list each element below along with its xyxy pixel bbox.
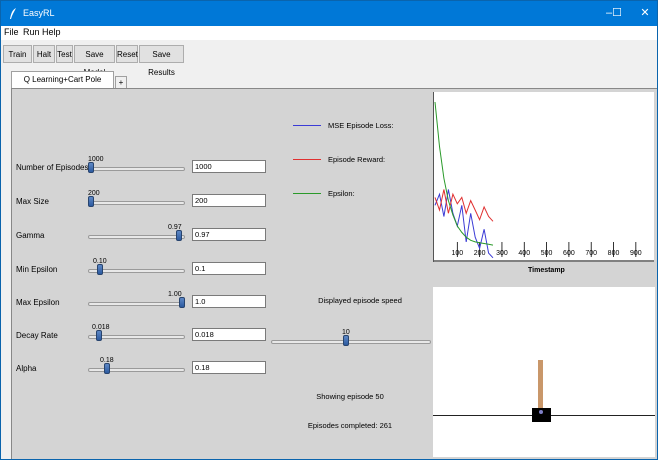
param-slider-track[interactable] bbox=[88, 201, 185, 205]
param-slider[interactable]: 0.97 bbox=[88, 224, 185, 241]
param-input[interactable]: 0.97 bbox=[192, 228, 266, 241]
menu-bar: File Run Help bbox=[1, 26, 657, 40]
param-slider[interactable]: 1000 bbox=[88, 156, 185, 173]
close-button[interactable]: ✕ bbox=[629, 1, 657, 26]
param-slider-thumb[interactable] bbox=[96, 330, 102, 341]
axle bbox=[539, 410, 543, 414]
param-slider-track[interactable] bbox=[88, 368, 185, 372]
param-input[interactable]: 1.0 bbox=[192, 295, 266, 308]
save-model-button[interactable]: Save Model bbox=[74, 45, 115, 77]
param-slider-thumb[interactable] bbox=[88, 162, 94, 173]
legend-label-epsilon: Epsilon: bbox=[328, 189, 355, 198]
window-title: EasyRL bbox=[23, 8, 55, 18]
reset-button[interactable]: Reset bbox=[116, 45, 138, 63]
param-slider[interactable]: 0.018 bbox=[88, 324, 185, 341]
param-slider[interactable]: 0.10 bbox=[88, 258, 185, 275]
episode-speed-slider[interactable]: 10 bbox=[271, 329, 431, 346]
episodes-completed-text: Episodes completed: 261 bbox=[307, 421, 393, 430]
legend-label-reward: Episode Reward: bbox=[328, 155, 386, 164]
series-line-0 bbox=[434, 189, 494, 259]
param-label: Min Epsilon bbox=[16, 265, 58, 274]
x-tick-label: 100 bbox=[451, 250, 463, 257]
x-tick-label: 300 bbox=[496, 250, 508, 257]
param-slider-thumb[interactable] bbox=[97, 264, 103, 275]
halt-button[interactable]: Halt bbox=[33, 45, 55, 63]
x-axis-label: Timestamp bbox=[528, 267, 565, 274]
train-button[interactable]: Train bbox=[3, 45, 32, 63]
pole bbox=[538, 360, 543, 412]
test-button[interactable]: Test bbox=[56, 45, 73, 63]
param-slider-thumb[interactable] bbox=[179, 297, 185, 308]
legend-swatch-loss bbox=[293, 125, 321, 126]
x-tick-label: 800 bbox=[608, 250, 620, 257]
save-results-button[interactable]: Save Results bbox=[139, 45, 184, 77]
param-label: Decay Rate bbox=[16, 331, 58, 340]
param-slider-track[interactable] bbox=[88, 235, 185, 239]
param-label: Alpha bbox=[16, 364, 37, 373]
param-slider-track[interactable] bbox=[88, 302, 185, 306]
x-tick-label: 600 bbox=[563, 250, 575, 257]
param-input[interactable]: 200 bbox=[192, 194, 266, 207]
param-input[interactable]: 1000 bbox=[192, 160, 266, 173]
speed-slider-track[interactable] bbox=[271, 340, 431, 344]
param-label: Max Epsilon bbox=[16, 298, 60, 307]
menu-file[interactable]: File bbox=[4, 27, 19, 37]
param-slider-thumb[interactable] bbox=[104, 363, 110, 374]
x-tick-label: 700 bbox=[585, 250, 597, 257]
param-slider[interactable]: 0.18 bbox=[88, 357, 185, 374]
speed-slider-thumb[interactable] bbox=[343, 335, 349, 346]
param-slider-track[interactable] bbox=[88, 335, 185, 339]
showing-episode-text: Showing episode 50 bbox=[316, 392, 384, 401]
param-label: Max Size bbox=[16, 197, 49, 206]
tab-q-learning-cart-pole[interactable]: Q Learning+Cart Pole Discrete bbox=[11, 71, 114, 100]
environment-render bbox=[433, 287, 655, 457]
title-bar: EasyRL – ☐ ✕ bbox=[1, 1, 657, 26]
param-label: Gamma bbox=[16, 231, 45, 240]
param-slider[interactable]: 1.00 bbox=[88, 291, 185, 308]
param-input[interactable]: 0.1 bbox=[192, 262, 266, 275]
menu-help[interactable]: Help bbox=[42, 27, 61, 37]
param-slider-thumb[interactable] bbox=[88, 196, 94, 207]
tab-bar: Q Learning+Cart Pole Discrete + bbox=[1, 67, 657, 100]
x-tick-label: 500 bbox=[541, 250, 553, 257]
training-plot: 100 200 300 400 500 600 700 800 900 bbox=[433, 92, 654, 262]
param-input[interactable]: 0.018 bbox=[192, 328, 266, 341]
legend-swatch-reward bbox=[293, 159, 321, 160]
x-tick-label: 200 bbox=[474, 250, 486, 257]
param-slider[interactable]: 200 bbox=[88, 190, 185, 207]
speed-label: Displayed episode speed bbox=[318, 296, 402, 305]
legend-label-loss: MSE Episode Loss: bbox=[328, 121, 394, 130]
param-label: Number of Episodes bbox=[16, 163, 89, 172]
param-slider-track[interactable] bbox=[88, 167, 185, 171]
legend-swatch-epsilon bbox=[293, 193, 321, 194]
toolbar: Train Halt Test Save Model Reset Save Re… bbox=[1, 41, 657, 77]
menu-run[interactable]: Run bbox=[23, 27, 40, 37]
param-input[interactable]: 0.18 bbox=[192, 361, 266, 374]
x-tick-label: 900 bbox=[630, 250, 642, 257]
param-slider-thumb[interactable] bbox=[176, 230, 182, 241]
x-tick-label: 400 bbox=[518, 250, 530, 257]
feather-icon bbox=[10, 8, 16, 19]
